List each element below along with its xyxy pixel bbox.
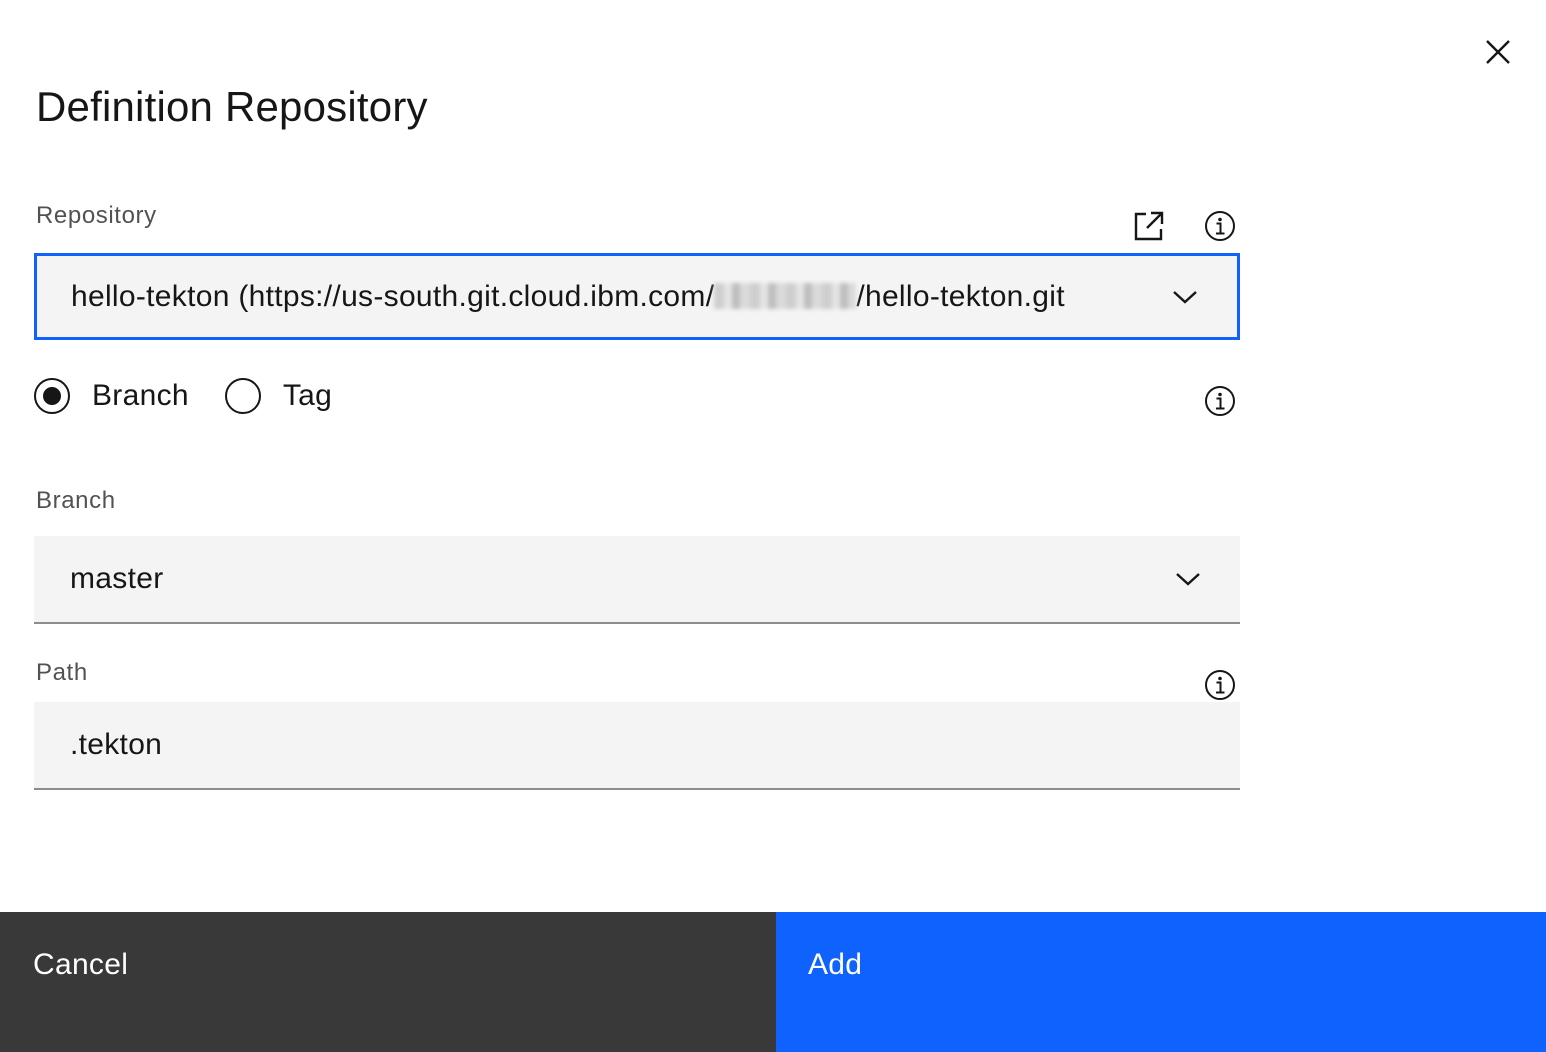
repository-label: Repository bbox=[36, 202, 157, 229]
open-repository-button[interactable] bbox=[1129, 206, 1169, 246]
repository-dropdown-toggle[interactable] bbox=[1171, 283, 1199, 311]
branch-value: master bbox=[70, 562, 164, 595]
launch-icon bbox=[1134, 211, 1164, 241]
repository-value: hello-tekton (https://us-south.git.cloud… bbox=[71, 280, 1137, 314]
information-icon bbox=[1205, 670, 1235, 700]
redacted-owner bbox=[714, 282, 857, 309]
chevron-down-icon bbox=[1173, 290, 1197, 304]
close-icon bbox=[1486, 40, 1510, 64]
branch-label: Branch bbox=[36, 487, 116, 514]
path-label: Path bbox=[36, 659, 88, 686]
path-value[interactable]: .tekton bbox=[70, 728, 162, 762]
radio-branch[interactable]: Branch bbox=[34, 378, 189, 414]
ref-type-radio-group: Branch Tag bbox=[34, 378, 368, 414]
path-info-button[interactable] bbox=[1200, 665, 1240, 705]
repository-info-button[interactable] bbox=[1200, 206, 1240, 246]
branch-select[interactable]: master bbox=[34, 536, 1240, 624]
chevron-down-icon bbox=[1176, 573, 1200, 586]
repository-value-suffix: /hello-tekton.git bbox=[856, 279, 1065, 313]
repository-select[interactable]: hello-tekton (https://us-south.git.cloud… bbox=[34, 253, 1240, 340]
repository-value-prefix: hello-tekton (https://us-south.git.cloud… bbox=[71, 279, 715, 313]
radio-branch-label[interactable]: Branch bbox=[92, 379, 189, 413]
radio-selected-dot bbox=[43, 387, 61, 405]
cancel-button[interactable]: Cancel bbox=[0, 912, 776, 1052]
radio-tag-circle[interactable] bbox=[224, 378, 261, 414]
radio-tag[interactable]: Tag bbox=[224, 378, 332, 414]
radio-branch-circle[interactable] bbox=[34, 378, 70, 414]
definition-repository-modal: Definition Repository Repository hello-t… bbox=[0, 0, 1546, 1052]
radio-tag-label[interactable]: Tag bbox=[283, 379, 332, 413]
ref-type-info-button[interactable] bbox=[1200, 381, 1240, 421]
modal-footer: Cancel Add bbox=[0, 912, 1546, 1052]
add-button[interactable]: Add bbox=[776, 912, 1546, 1052]
modal-title: Definition Repository bbox=[36, 83, 428, 130]
path-input[interactable]: .tekton bbox=[34, 702, 1240, 790]
close-button[interactable] bbox=[1476, 30, 1520, 74]
information-icon bbox=[1205, 211, 1235, 241]
branch-dropdown-toggle[interactable] bbox=[1174, 565, 1202, 593]
information-icon bbox=[1205, 386, 1235, 416]
